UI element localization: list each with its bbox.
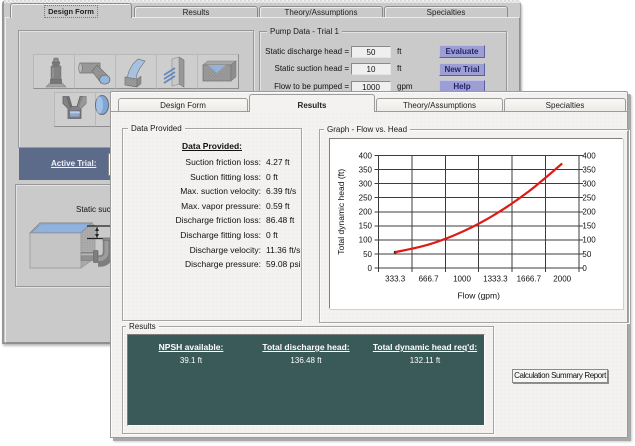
svg-text:1333.3: 1333.3 (483, 275, 508, 284)
svg-text:150: 150 (582, 222, 596, 231)
svg-text:150: 150 (359, 222, 373, 231)
svg-text:200: 200 (582, 208, 596, 217)
svg-text:1000: 1000 (453, 275, 471, 284)
svg-text:50: 50 (363, 250, 372, 259)
svg-text:300: 300 (582, 179, 596, 188)
svg-text:Flow (gpm): Flow (gpm) (457, 291, 500, 301)
svg-text:350: 350 (582, 165, 596, 174)
svg-text:Total dynamic head (ft): Total dynamic head (ft) (336, 169, 346, 255)
svg-text:400: 400 (582, 151, 596, 160)
svg-text:50: 50 (582, 250, 591, 259)
svg-text:0: 0 (368, 264, 373, 273)
svg-text:333.3: 333.3 (385, 275, 406, 284)
svg-text:2000: 2000 (553, 275, 571, 284)
svg-text:300: 300 (359, 179, 373, 188)
svg-text:400: 400 (359, 151, 373, 160)
svg-text:200: 200 (359, 208, 373, 217)
svg-text:250: 250 (582, 194, 596, 203)
svg-text:1666.7: 1666.7 (517, 275, 542, 284)
svg-text:100: 100 (359, 236, 373, 245)
svg-text:250: 250 (359, 194, 373, 203)
svg-text:100: 100 (582, 236, 596, 245)
svg-text:350: 350 (359, 165, 373, 174)
svg-text:0: 0 (582, 264, 587, 273)
svg-text:666.7: 666.7 (419, 275, 440, 284)
